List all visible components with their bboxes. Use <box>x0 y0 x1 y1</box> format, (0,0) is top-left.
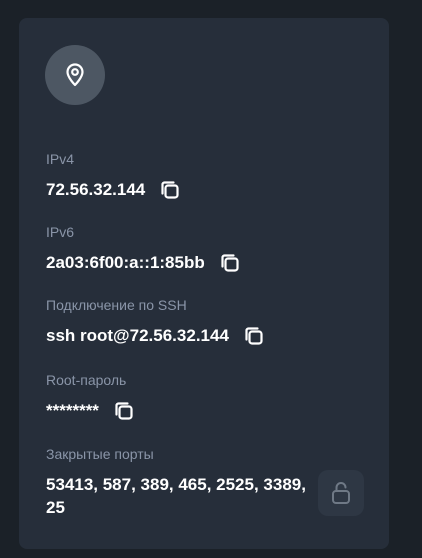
ipv4-field: IPv4 72.56.32.144 <box>46 151 182 202</box>
copy-icon <box>221 254 239 272</box>
copy-icon <box>161 181 179 199</box>
copy-root-password-button[interactable] <box>112 399 136 423</box>
ports-lock-button[interactable] <box>318 470 364 516</box>
copy-icon <box>115 402 133 420</box>
unlocked-lock-icon <box>332 482 350 504</box>
map-pin-icon <box>66 63 84 87</box>
closed-ports-label: Закрытые порты <box>46 446 154 462</box>
location-badge <box>45 45 105 105</box>
ipv4-value: 72.56.32.144 <box>46 180 146 199</box>
copy-ipv4-button[interactable] <box>158 178 182 202</box>
root-password-field: Root-пароль ******** <box>46 372 136 423</box>
ipv4-label: IPv4 <box>46 151 75 167</box>
ssh-value: ssh root@72.56.32.144 <box>46 326 229 345</box>
ipv6-value: 2a03:6f00:a::1:85bb <box>46 253 205 272</box>
copy-icon <box>245 327 263 345</box>
copy-ipv6-button[interactable] <box>218 251 242 275</box>
closed-ports-value: 53413, 587, 389, 465, 2525, 3389, 25 <box>46 475 306 517</box>
closed-ports-field: Закрытые порты 53413, 587, 389, 465, 252… <box>46 446 308 519</box>
root-password-label: Root-пароль <box>46 372 127 388</box>
ipv6-field: IPv6 2a03:6f00:a::1:85bb <box>46 224 242 275</box>
ipv6-label: IPv6 <box>46 224 75 240</box>
server-info-card: IPv4 72.56.32.144 IPv6 2a03:6f00:a::1:85… <box>19 18 389 549</box>
root-password-value: ******** <box>46 401 99 420</box>
ssh-field: Подключение по SSH ssh root@72.56.32.144 <box>46 297 266 348</box>
copy-ssh-button[interactable] <box>242 324 266 348</box>
ssh-label: Подключение по SSH <box>46 297 187 313</box>
